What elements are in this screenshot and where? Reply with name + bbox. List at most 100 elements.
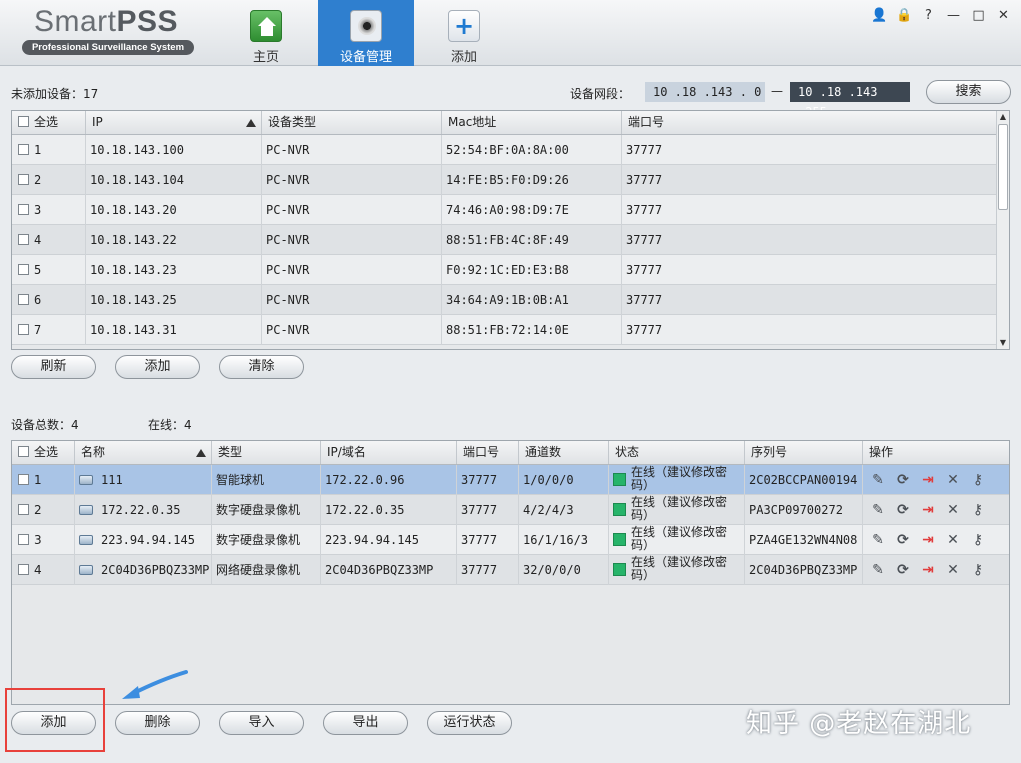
logout-icon[interactable]: ⇥ — [919, 501, 937, 519]
unadded-scrollbar[interactable]: ▲ ▼ — [996, 111, 1009, 349]
row-checkbox[interactable] — [18, 504, 29, 515]
cell-port-text: 37777 — [626, 263, 663, 277]
row-checkbox[interactable] — [18, 474, 29, 485]
delete-icon[interactable]: ✕ — [944, 471, 962, 489]
select-all-checkbox-2[interactable] — [18, 446, 29, 457]
edit-icon[interactable]: ✎ — [869, 561, 887, 579]
cell-no: 1 — [12, 135, 86, 165]
table-row[interactable]: 7 10.18.143.31 PC-NVR 88:51:FB:72:14:0E 3777… — [12, 315, 997, 345]
tab-home[interactable]: 主页 — [218, 0, 314, 66]
cell-port-text: 37777 — [626, 323, 663, 337]
run-status-button[interactable]: 运行状态 — [427, 711, 512, 735]
cell-name: 111 — [75, 465, 212, 495]
scroll-up-icon[interactable]: ▲ — [997, 111, 1009, 123]
col-ip-domain[interactable]: IP/域名 — [321, 441, 457, 464]
col-mac[interactable]: Mac地址 — [442, 111, 622, 134]
table-row[interactable]: 1 111 智能球机 172.22.0.96 37777 1/0/0/0 在线（建议修改密码… — [12, 465, 1009, 495]
tab-add[interactable]: + 添加 — [416, 0, 512, 66]
col-device-type[interactable]: 设备类型 — [262, 111, 442, 134]
logout-icon[interactable]: ⇥ — [919, 561, 937, 579]
row-checkbox[interactable] — [18, 234, 29, 245]
cell-port-text: 37777 — [626, 233, 663, 247]
row-checkbox[interactable] — [18, 204, 29, 215]
row-checkbox[interactable] — [18, 324, 29, 335]
edit-icon[interactable]: ✎ — [869, 531, 887, 549]
table-row[interactable]: 1 10.18.143.100 PC-NVR 52:54:BF:0A:8A:00 377… — [12, 135, 997, 165]
logout-icon[interactable]: ⇥ — [919, 471, 937, 489]
ip-end-input[interactable]: 10 .18 .143 .255 — [790, 82, 910, 119]
ip-range-dash: — — [771, 84, 783, 98]
annotation-red-box — [5, 688, 105, 752]
col-port[interactable]: 端口号 — [622, 111, 997, 134]
row-checkbox[interactable] — [18, 534, 29, 545]
scroll-down-icon[interactable]: ▼ — [997, 337, 1009, 349]
key-icon[interactable]: ⚷ — [969, 501, 987, 519]
add-selected-button[interactable]: 添加 — [115, 355, 200, 379]
table-row[interactable]: 4 10.18.143.22 PC-NVR 88:51:FB:4C:8F:49 3777… — [12, 225, 997, 255]
row-checkbox[interactable] — [18, 564, 29, 575]
key-icon[interactable]: ⚷ — [969, 531, 987, 549]
search-button[interactable]: 搜索 — [926, 80, 1011, 104]
logout-icon[interactable]: ⇥ — [919, 531, 937, 549]
cell-type-text: 数字硬盘录像机 — [216, 503, 301, 517]
cell-ip-text: 10.18.143.100 — [90, 143, 184, 157]
refresh-icon[interactable]: ⟳ — [894, 531, 912, 549]
table-row[interactable]: 5 10.18.143.23 PC-NVR F0:92:1C:ED:E3:B8 3777… — [12, 255, 997, 285]
delete-icon[interactable]: ✕ — [944, 531, 962, 549]
col-select-all-2[interactable]: 全选 — [12, 441, 75, 464]
select-all-checkbox[interactable] — [18, 116, 29, 127]
col-status[interactable]: 状态 — [609, 441, 745, 464]
user-icon[interactable]: 👤 — [871, 8, 887, 23]
maximize-icon[interactable]: □ — [971, 8, 986, 23]
key-icon[interactable]: ⚷ — [969, 471, 987, 489]
table-row[interactable]: 6 10.18.143.25 PC-NVR 34:64:A9:1B:0B:A1 3777… — [12, 285, 997, 315]
cell-ops: ✎ ⟳ ⇥ ✕ ⚷ — [863, 465, 1009, 495]
cell-no-text: 4 — [34, 233, 42, 247]
row-checkbox[interactable] — [18, 264, 29, 275]
refresh-icon[interactable]: ⟳ — [894, 561, 912, 579]
col-channels[interactable]: 通道数 — [519, 441, 609, 464]
table-row[interactable]: 2 172.22.0.35 数字硬盘录像机 172.22.0.35 37777 4/2/4… — [12, 495, 1009, 525]
col-name-label: 名称 — [81, 445, 106, 459]
close-icon[interactable]: ✕ — [996, 8, 1011, 23]
cell-no: 3 — [12, 525, 75, 555]
col-port-2[interactable]: 端口号 — [457, 441, 519, 464]
clear-button[interactable]: 清除 — [219, 355, 304, 379]
table-row[interactable]: 3 223.94.94.145 数字硬盘录像机 223.94.94.145 37777 1… — [12, 525, 1009, 555]
refresh-icon[interactable]: ⟳ — [894, 501, 912, 519]
edit-icon[interactable]: ✎ — [869, 471, 887, 489]
delete-icon[interactable]: ✕ — [944, 501, 962, 519]
table-row[interactable]: 3 10.18.143.20 PC-NVR 74:46:A0:98:D9:7E 3777… — [12, 195, 997, 225]
scroll-thumb[interactable] — [998, 124, 1008, 210]
cell-ip: 10.18.143.31 — [86, 315, 262, 345]
table-row[interactable]: 4 2C04D36PBQZ33MP 网络硬盘录像机 2C04D36PBQZ33MP 37… — [12, 555, 1009, 585]
edit-icon[interactable]: ✎ — [869, 501, 887, 519]
cell-no-text: 1 — [34, 143, 42, 157]
row-checkbox[interactable] — [18, 174, 29, 185]
row-checkbox[interactable] — [18, 294, 29, 305]
export-button[interactable]: 导出 — [323, 711, 408, 735]
col-type[interactable]: 类型 — [212, 441, 321, 464]
cell-type-text: PC-NVR — [266, 263, 310, 277]
tab-device-manage[interactable]: 设备管理 — [318, 0, 414, 66]
ip-start-input[interactable]: 10 .18 .143 . 0 — [645, 82, 765, 102]
refresh-button[interactable]: 刷新 — [11, 355, 96, 379]
row-checkbox[interactable] — [18, 144, 29, 155]
import-button[interactable]: 导入 — [219, 711, 304, 735]
col-serial[interactable]: 序列号 — [745, 441, 863, 464]
cell-mac-text: F0:92:1C:ED:E3:B8 — [446, 263, 569, 277]
col-select-all[interactable]: 全选 — [12, 111, 86, 134]
col-ip[interactable]: IP — [86, 111, 262, 134]
lock-icon[interactable]: 🔒 — [896, 8, 912, 23]
key-icon[interactable]: ⚷ — [969, 561, 987, 579]
cell-status-text: 在线（建议修改密码） — [631, 525, 728, 552]
cell-type: PC-NVR — [262, 285, 442, 315]
delete-device-button[interactable]: 删除 — [115, 711, 200, 735]
help-icon[interactable]: ? — [921, 8, 936, 23]
table-row[interactable]: 2 10.18.143.104 PC-NVR 14:FE:B5:F0:D9:26 377… — [12, 165, 997, 195]
delete-icon[interactable]: ✕ — [944, 561, 962, 579]
refresh-icon[interactable]: ⟳ — [894, 471, 912, 489]
device-icon — [79, 505, 93, 515]
col-name[interactable]: 名称 — [75, 441, 212, 464]
minimize-icon[interactable]: — — [946, 8, 961, 23]
